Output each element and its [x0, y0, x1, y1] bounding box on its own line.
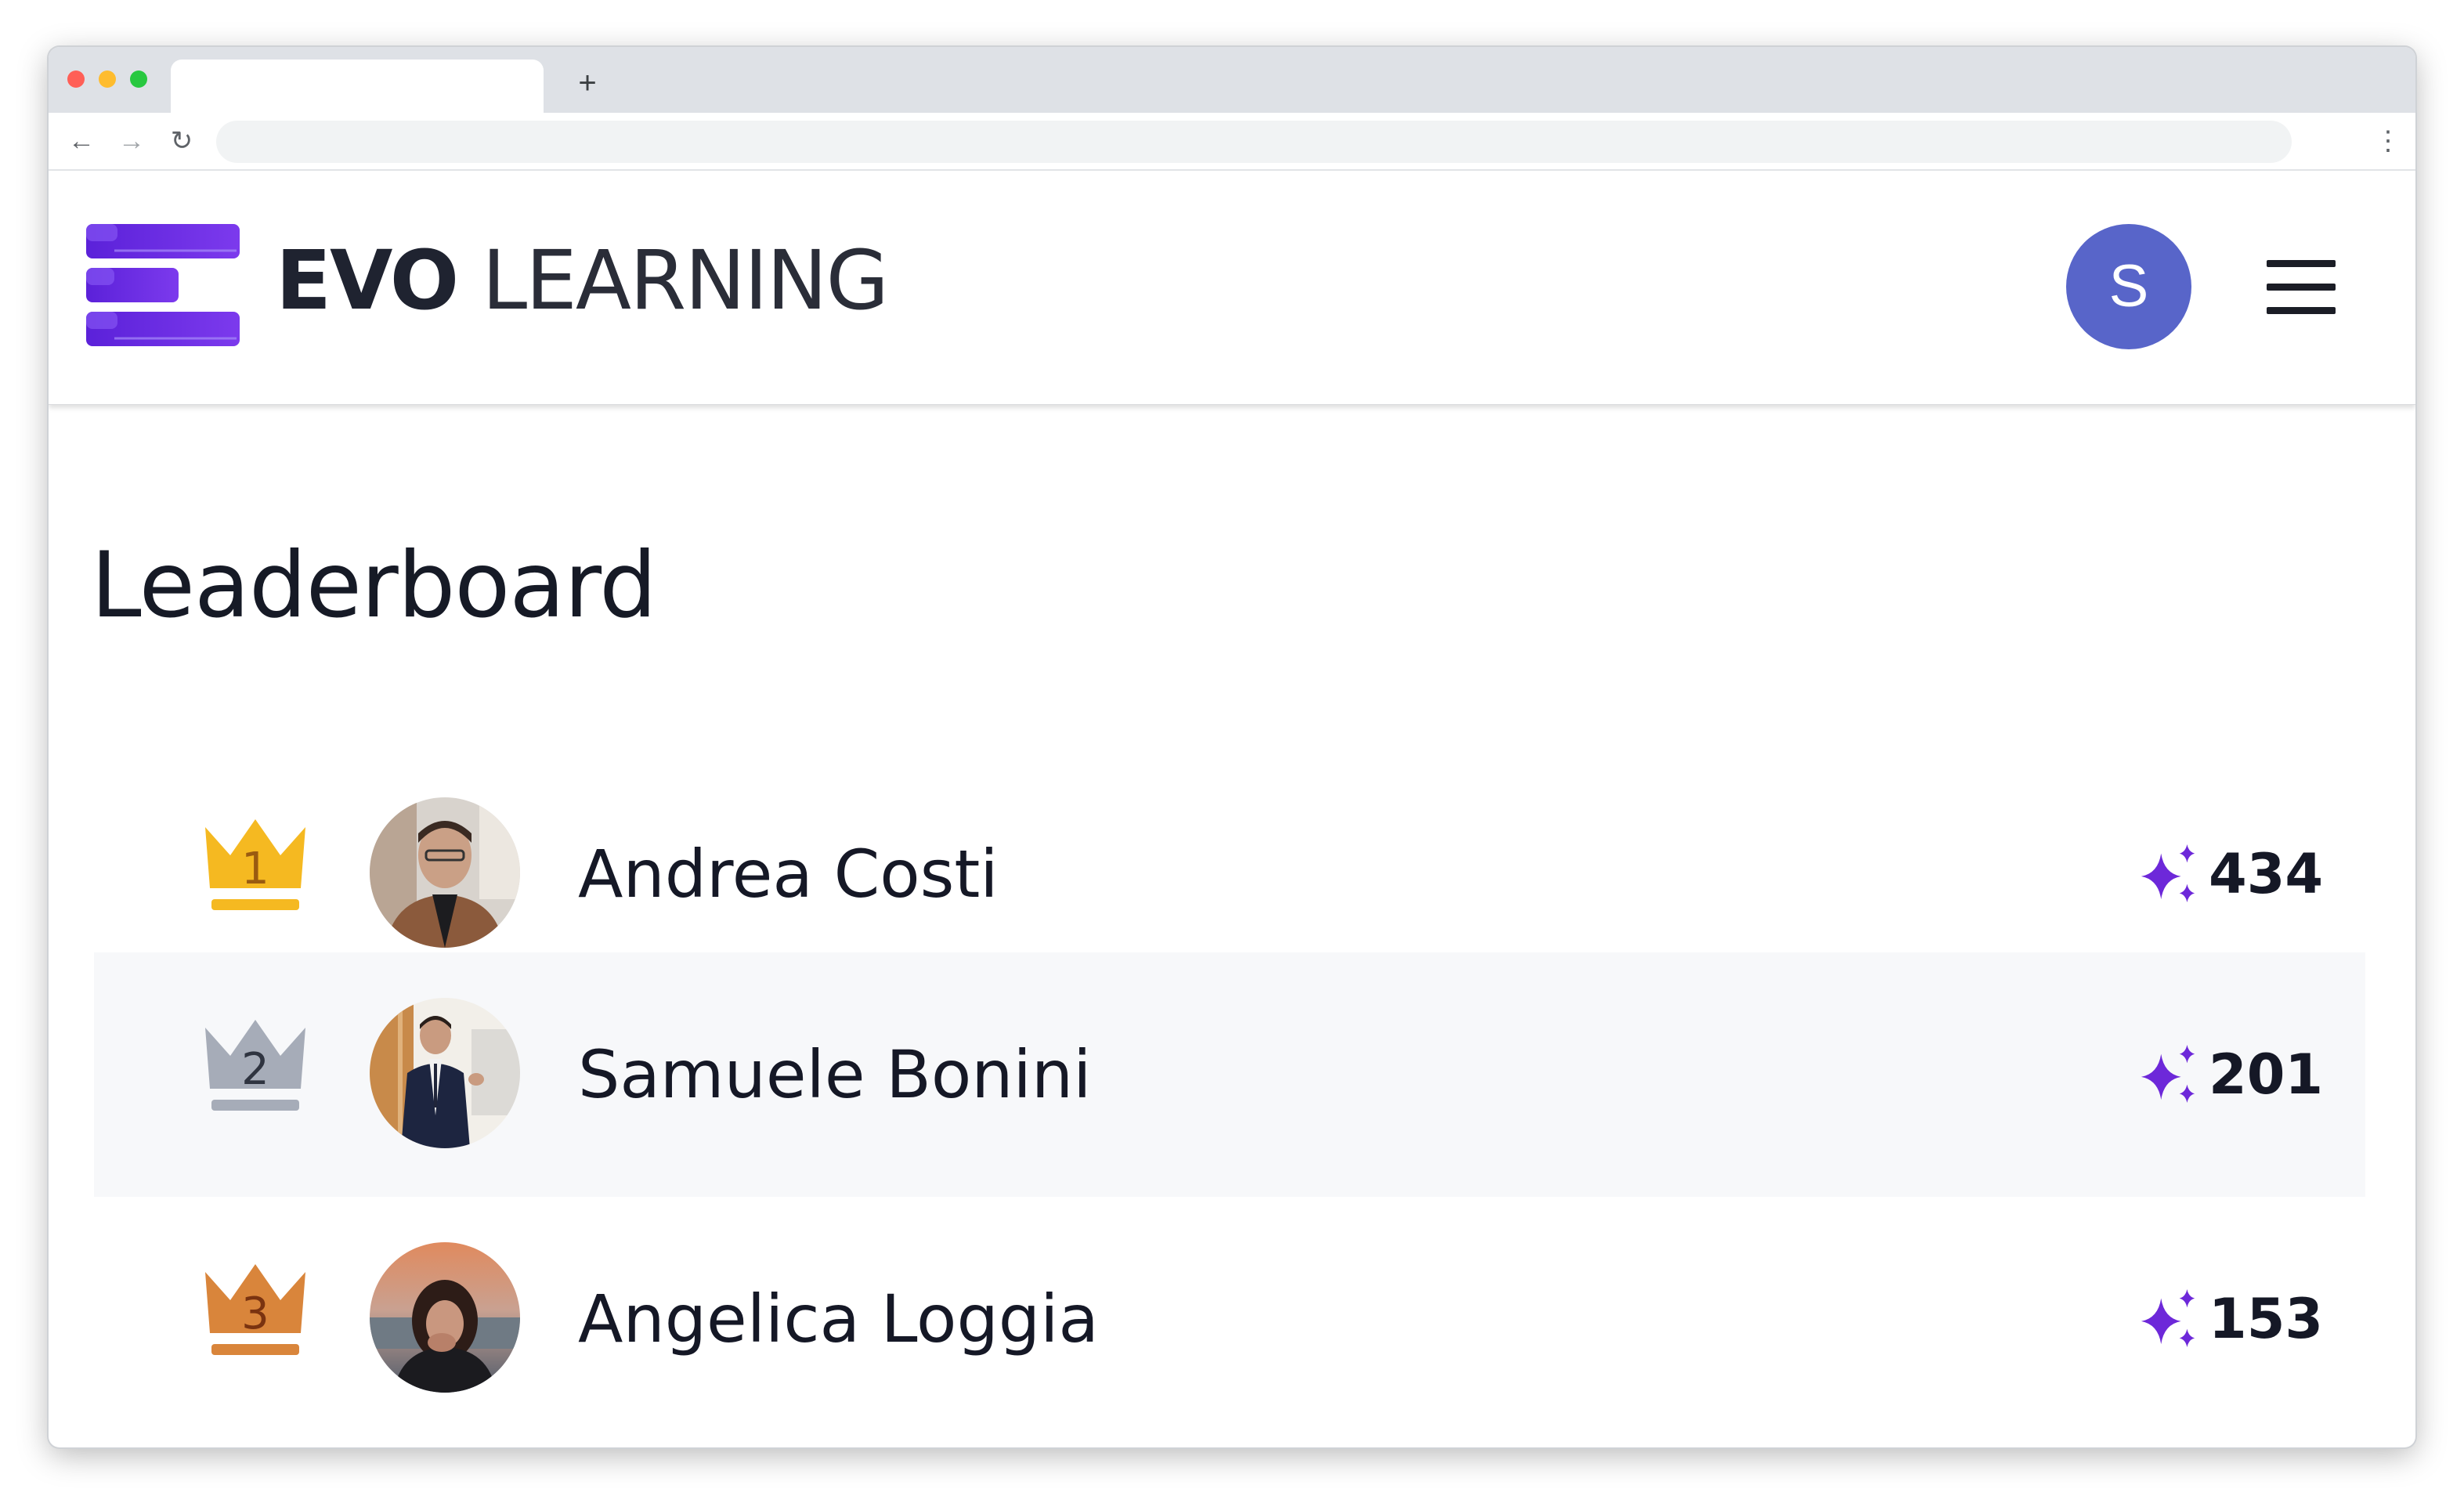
rank-number: 1: [241, 844, 269, 894]
arrow-right-icon[interactable]: →: [111, 121, 152, 161]
page-title: Leaderboard: [91, 533, 657, 638]
arrow-left-icon[interactable]: ←: [61, 121, 102, 161]
user-name[interactable]: Samuele Bonini: [578, 1031, 1091, 1118]
user-avatar-button[interactable]: S: [2066, 224, 2191, 349]
browser-toolbar: ← → ↻ ⋮: [49, 113, 2415, 171]
hamburger-menu-icon[interactable]: [2262, 260, 2340, 315]
close-window-button[interactable]: [67, 70, 85, 88]
sparkles-icon: [2141, 1044, 2195, 1104]
rank-number: 2: [241, 1044, 269, 1095]
leaderboard-row[interactable]: 3 Angelica Loggia 153: [94, 1197, 2365, 1441]
sparkles-icon: [2141, 844, 2195, 903]
tab-bar: +: [49, 47, 2415, 114]
leaderboard-row[interactable]: 2 Samuele Bonini 201: [94, 952, 2365, 1197]
user-photo: [370, 797, 520, 948]
maximize-window-button[interactable]: [130, 70, 147, 88]
score-value: 434: [2209, 842, 2324, 906]
kebab-icon[interactable]: ⋮: [2375, 121, 2401, 161]
app-header: EVO LEARNING S: [49, 171, 2415, 405]
browser-window: + ← → ↻ ⋮ EVO LEARNING S Leaderboard 1 A…: [49, 47, 2415, 1447]
brand-name[interactable]: EVO LEARNING: [276, 233, 889, 328]
sparkles-icon: [2141, 1288, 2195, 1348]
score-value: 153: [2209, 1287, 2324, 1351]
score-value: 201: [2209, 1043, 2324, 1107]
rank-number: 3: [241, 1288, 269, 1339]
user-name[interactable]: Andrea Costi: [578, 830, 999, 918]
crown-gold-icon: 1: [205, 819, 305, 910]
brand-bold: EVO: [276, 233, 459, 328]
crown-silver-icon: 2: [205, 1020, 305, 1111]
minimize-window-button[interactable]: [99, 70, 116, 88]
logo-icon[interactable]: [83, 222, 240, 348]
brand-light: LEARNING: [482, 233, 889, 328]
browser-tab[interactable]: [171, 60, 544, 114]
new-tab-button[interactable]: +: [565, 61, 609, 105]
user-photo: [370, 998, 520, 1148]
address-bar[interactable]: [216, 121, 2292, 163]
user-photo: [370, 1242, 520, 1393]
reload-icon[interactable]: ↻: [161, 121, 202, 161]
crown-bronze-icon: 3: [205, 1264, 305, 1355]
user-name[interactable]: Angelica Loggia: [578, 1275, 1099, 1363]
